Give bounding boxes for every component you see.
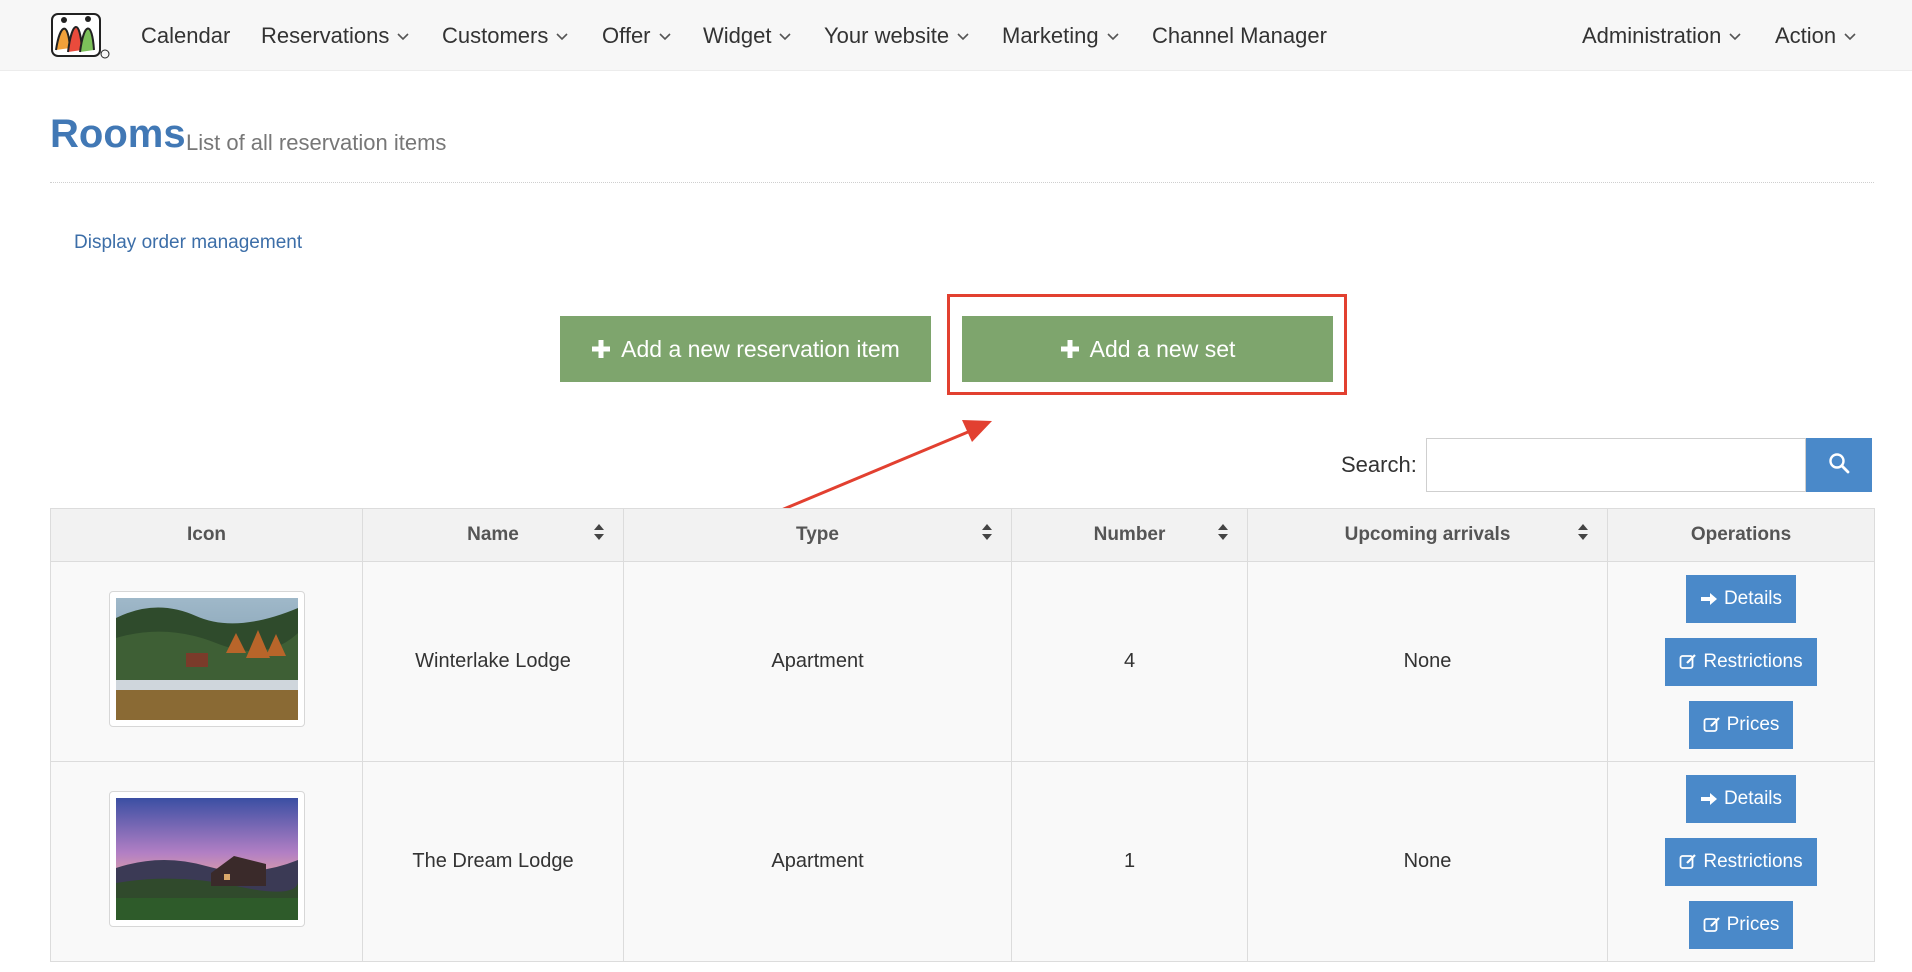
details-button[interactable]: Details [1685, 774, 1797, 823]
column-header-name[interactable]: Name [362, 508, 624, 562]
details-label: Details [1723, 787, 1783, 809]
row-number-cell: 1 [1011, 761, 1248, 962]
table-row: The Dream Lodge Apartment 1 None Details… [50, 761, 1875, 962]
row-name-cell: The Dream Lodge [362, 761, 624, 962]
add-set-button[interactable]: Add a new set [962, 316, 1333, 382]
arrow-right-icon [1700, 791, 1718, 807]
prices-label: Prices [1726, 713, 1780, 735]
nav-action-label: Action [1775, 23, 1837, 48]
chevron-down-icon [658, 33, 671, 41]
sort-icon[interactable] [981, 523, 993, 547]
column-header-icon-label: Icon [186, 524, 227, 545]
sort-icon[interactable] [593, 523, 605, 547]
column-header-upcoming-arrivals-label: Upcoming arrivals [1344, 524, 1511, 545]
column-header-number-label: Number [1093, 524, 1166, 545]
chevron-down-icon [1844, 33, 1856, 41]
table-row: Winterlake Lodge Apartment 4 None Detail… [50, 561, 1875, 762]
search-button[interactable] [1806, 438, 1872, 492]
edit-icon [1679, 853, 1697, 871]
nav-marketing[interactable]: Marketing [1002, 0, 1119, 71]
chevron-down-icon [397, 33, 409, 41]
nav-administration-label: Administration [1582, 23, 1722, 48]
display-order-link[interactable]: Display order management [74, 232, 302, 254]
restrictions-label: Restrictions [1703, 650, 1803, 672]
nav-administration[interactable]: Administration [1582, 0, 1741, 71]
row-icon-cell [50, 561, 363, 762]
row-operations-cell: Details Restrictions Prices [1607, 561, 1875, 762]
chevron-down-icon [779, 33, 792, 41]
page-subtitle: List of all reservation items [186, 130, 447, 155]
add-reservation-item-button[interactable]: Add a new reservation item [560, 316, 931, 382]
chevron-down-icon [957, 33, 969, 41]
column-header-type[interactable]: Type [623, 508, 1012, 562]
rooms-table: Icon Name Type Number Upcoming arrivals … [50, 508, 1875, 962]
nav-channel-manager[interactable]: Channel Manager [1152, 0, 1327, 71]
column-header-operations-label: Operations [1690, 524, 1792, 545]
search-input[interactable] [1426, 438, 1806, 492]
row-arrivals-cell: None [1247, 561, 1608, 762]
table-header-row: Icon Name Type Number Upcoming arrivals … [50, 508, 1875, 562]
row-operations-cell: Details Restrictions Prices [1607, 761, 1875, 962]
nav-customers-label: Customers [442, 23, 549, 48]
nav-widget[interactable]: Widget [703, 0, 792, 71]
nav-your-website-label: Your website [824, 23, 950, 48]
column-header-number[interactable]: Number [1011, 508, 1248, 562]
row-arrivals-cell: None [1247, 761, 1608, 962]
add-reservation-item-label: Add a new reservation item [621, 335, 900, 362]
restrictions-button[interactable]: Restrictions [1665, 637, 1817, 686]
details-label: Details [1723, 587, 1783, 609]
prices-button[interactable]: Prices [1688, 700, 1794, 749]
edit-icon [1679, 653, 1697, 671]
row-icon-cell [50, 761, 363, 962]
plus-icon [1060, 339, 1080, 359]
chevron-down-icon [556, 33, 568, 41]
sort-icon[interactable] [1577, 523, 1589, 547]
top-navbar: Calendar Reservations Customers Offer Wi… [0, 0, 1912, 71]
prices-button[interactable]: Prices [1688, 900, 1794, 949]
search-label: Search: [1341, 452, 1417, 477]
nav-channel-manager-label: Channel Manager [1152, 23, 1327, 48]
header-divider [50, 182, 1874, 183]
nav-your-website[interactable]: Your website [824, 0, 969, 71]
column-header-upcoming-arrivals[interactable]: Upcoming arrivals [1247, 508, 1608, 562]
row-name-cell: Winterlake Lodge [362, 561, 624, 762]
chevron-down-icon [1107, 33, 1119, 41]
edit-icon [1703, 916, 1721, 934]
plus-icon [591, 339, 611, 359]
nav-marketing-label: Marketing [1002, 23, 1099, 48]
details-button[interactable]: Details [1685, 574, 1797, 623]
room-thumbnail[interactable] [108, 790, 305, 927]
nav-widget-label: Widget [703, 23, 772, 48]
restrictions-button[interactable]: Restrictions [1665, 837, 1817, 886]
edit-icon [1703, 716, 1721, 734]
page-title: Rooms [50, 112, 186, 156]
restrictions-label: Restrictions [1703, 850, 1803, 872]
row-number-cell: 4 [1011, 561, 1248, 762]
column-header-name-label: Name [467, 524, 519, 545]
add-set-label: Add a new set [1089, 335, 1236, 362]
room-thumbnail[interactable] [108, 590, 305, 727]
chevron-down-icon [1729, 33, 1741, 41]
nav-offer[interactable]: Offer [602, 0, 671, 71]
nav-calendar[interactable]: Calendar [141, 0, 230, 71]
app-logo[interactable] [50, 10, 110, 60]
sunset-hill-lodge-photo [115, 797, 298, 920]
nav-action[interactable]: Action [1775, 0, 1856, 71]
nav-offer-label: Offer [602, 23, 651, 48]
column-header-icon: Icon [50, 508, 363, 562]
column-header-type-label: Type [796, 524, 839, 545]
lake-forest-lodge-photo [115, 597, 298, 720]
row-type-cell: Apartment [623, 561, 1012, 762]
sort-icon[interactable] [1217, 523, 1229, 547]
nav-customers[interactable]: Customers [442, 0, 568, 71]
column-header-operations: Operations [1607, 508, 1875, 562]
nav-calendar-label: Calendar [141, 23, 231, 48]
nav-reservations-label: Reservations [261, 23, 390, 48]
row-type-cell: Apartment [623, 761, 1012, 962]
prices-label: Prices [1726, 913, 1780, 935]
search-icon [1828, 452, 1850, 479]
arrow-right-icon [1700, 591, 1718, 607]
nav-reservations[interactable]: Reservations [261, 0, 409, 71]
